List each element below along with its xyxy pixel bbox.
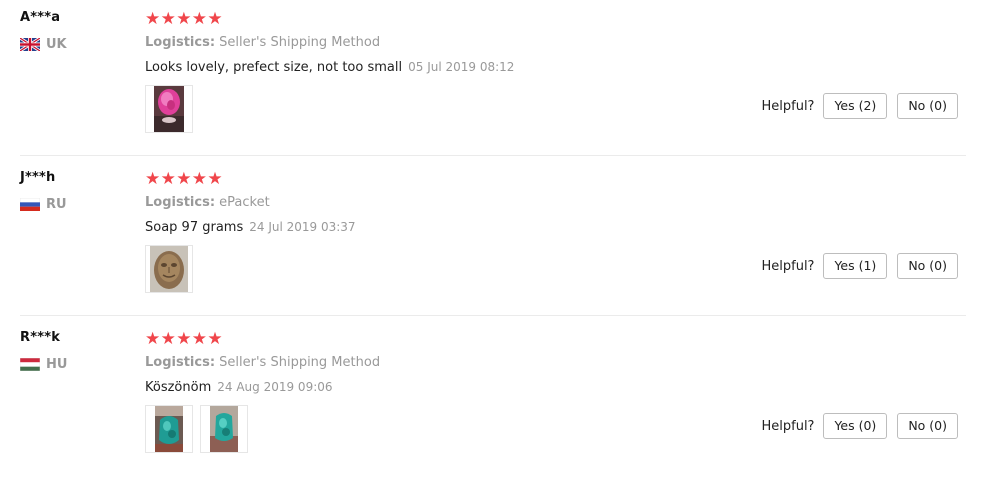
logistics-info: Logistics: Seller's Shipping Method xyxy=(145,35,380,50)
star-rating: ★ ★ ★ ★ ★ xyxy=(145,169,223,189)
review-photo-thumbnail[interactable] xyxy=(145,405,193,453)
review-item: A***a UK ★ ★ ★ ★ ★ Logistics: Seller's S… xyxy=(0,0,984,160)
star-icon: ★ xyxy=(176,9,192,29)
feedback-date: 24 Jul 2019 03:37 xyxy=(249,220,356,234)
teal-soap-photo xyxy=(210,406,238,452)
star-icon: ★ xyxy=(191,169,208,189)
star-icon: ★ xyxy=(145,169,161,189)
logistics-info: Logistics: ePacket xyxy=(145,195,270,210)
helpful-vote: Helpful? Yes (2) No (0) xyxy=(761,93,958,119)
gb-flag-icon xyxy=(20,37,40,51)
star-icon: ★ xyxy=(207,169,223,189)
star-icon: ★ xyxy=(176,169,192,189)
review-photos xyxy=(145,85,200,133)
logistics-label: Logistics: xyxy=(145,355,216,370)
logistics-label: Logistics: xyxy=(145,35,216,50)
pink-soap-photo xyxy=(154,86,184,132)
buyer-country: HU xyxy=(20,356,67,372)
feedback: Köszönöm 24 Aug 2019 09:06 xyxy=(145,380,333,395)
feedback-date: 05 Jul 2019 08:12 xyxy=(408,60,515,74)
helpful-label: Helpful? xyxy=(761,258,815,274)
teal-soap-photo xyxy=(155,406,183,452)
logistics-value: ePacket xyxy=(219,195,270,210)
feedback: Soap 97 grams 24 Jul 2019 03:37 xyxy=(145,220,356,235)
star-rating: ★ ★ ★ ★ ★ xyxy=(145,329,223,349)
review-photos xyxy=(145,405,255,453)
feedback-text: Looks lovely, prefect size, not too smal… xyxy=(145,60,403,75)
logistics-value: Seller's Shipping Method xyxy=(219,355,381,370)
country-code: HU xyxy=(46,356,68,372)
star-icon: ★ xyxy=(207,9,223,29)
buyer-name: R***k xyxy=(20,330,61,345)
star-rating: ★ ★ ★ ★ ★ xyxy=(145,9,223,29)
buyer-name: J***h xyxy=(20,170,56,185)
buyer-country: RU xyxy=(20,196,67,212)
helpful-yes-button[interactable]: Yes (2) xyxy=(823,93,888,119)
helpful-label: Helpful? xyxy=(761,418,815,434)
country-code: UK xyxy=(46,36,67,52)
star-icon: ★ xyxy=(191,9,208,29)
brown-soap-photo xyxy=(150,246,188,292)
helpful-no-button[interactable]: No (0) xyxy=(897,413,958,439)
star-icon: ★ xyxy=(160,9,176,29)
buyer-country: UK xyxy=(20,36,67,52)
feedback-text: Köszönöm xyxy=(145,380,212,395)
star-icon: ★ xyxy=(145,9,161,29)
logistics-info: Logistics: Seller's Shipping Method xyxy=(145,355,380,370)
helpful-yes-button[interactable]: Yes (1) xyxy=(823,253,888,279)
country-code: RU xyxy=(46,196,67,212)
ru-flag-icon xyxy=(20,197,40,211)
hu-flag-icon xyxy=(20,357,40,371)
helpful-label: Helpful? xyxy=(761,98,815,114)
feedback-text: Soap 97 grams xyxy=(145,220,244,235)
logistics-label: Logistics: xyxy=(145,195,216,210)
helpful-no-button[interactable]: No (0) xyxy=(897,253,958,279)
buyer-name: A***a xyxy=(20,10,61,25)
review-divider xyxy=(20,315,966,316)
review-photo-thumbnail[interactable] xyxy=(145,245,193,293)
review-item: J***h RU ★ ★ ★ ★ ★ Logistics: ePacket So… xyxy=(0,160,984,320)
star-icon: ★ xyxy=(160,329,176,349)
star-icon: ★ xyxy=(207,329,223,349)
helpful-vote: Helpful? Yes (0) No (0) xyxy=(761,413,958,439)
review-photos xyxy=(145,245,200,293)
review-divider xyxy=(20,155,966,156)
star-icon: ★ xyxy=(160,169,176,189)
review-photo-thumbnail[interactable] xyxy=(145,85,193,133)
helpful-vote: Helpful? Yes (1) No (0) xyxy=(761,253,958,279)
star-icon: ★ xyxy=(176,329,192,349)
helpful-no-button[interactable]: No (0) xyxy=(897,93,958,119)
review-list: A***a UK ★ ★ ★ ★ ★ Logistics: Seller's S… xyxy=(0,0,984,463)
feedback-date: 24 Aug 2019 09:06 xyxy=(217,380,333,394)
logistics-value: Seller's Shipping Method xyxy=(219,35,381,50)
review-item: R***k HU ★ ★ ★ ★ ★ Logistics: Seller's S… xyxy=(0,320,984,480)
helpful-yes-button[interactable]: Yes (0) xyxy=(823,413,888,439)
star-icon: ★ xyxy=(145,329,161,349)
star-icon: ★ xyxy=(191,329,208,349)
feedback: Looks lovely, prefect size, not too smal… xyxy=(145,60,514,75)
review-photo-thumbnail[interactable] xyxy=(200,405,248,453)
